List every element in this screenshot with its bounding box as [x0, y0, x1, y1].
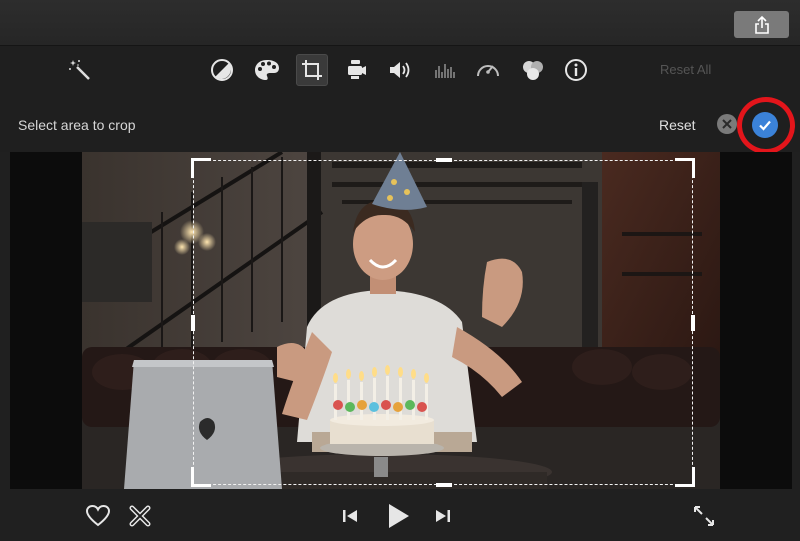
reject-button[interactable]: [126, 503, 154, 529]
info-icon: [565, 59, 587, 81]
reject-x-icon: [129, 505, 151, 527]
color-balance-icon: [211, 59, 233, 81]
crop-handle-bottom-right[interactable]: [675, 467, 695, 487]
equalizer-button[interactable]: [428, 54, 460, 86]
skip-back-button[interactable]: [338, 505, 362, 527]
skip-forward-button[interactable]: [431, 505, 455, 527]
crop-instruction-label: Select area to crop: [18, 117, 136, 133]
adjustment-toolbar: Reset All: [0, 46, 800, 94]
crop-handle-top[interactable]: [436, 158, 452, 162]
crop-tool-button[interactable]: [296, 54, 328, 86]
crop-selection-rect[interactable]: [191, 158, 695, 487]
checkmark-icon: [759, 120, 771, 131]
fullscreen-button[interactable]: [690, 503, 718, 529]
crop-handle-bottom-left[interactable]: [191, 467, 211, 487]
video-camera-icon: [348, 60, 366, 79]
volume-button[interactable]: [384, 54, 416, 86]
crop-handle-top-left[interactable]: [191, 158, 211, 178]
skip-forward-icon: [436, 510, 450, 522]
crop-icon: [302, 60, 322, 80]
play-button[interactable]: [383, 501, 413, 531]
close-circle-icon: [717, 114, 737, 134]
video-viewer: [10, 152, 792, 489]
clip-info-button[interactable]: [560, 54, 592, 86]
crop-handle-bottom[interactable]: [436, 483, 452, 487]
color-balance-button[interactable]: [206, 54, 238, 86]
crop-handle-right[interactable]: [691, 315, 695, 331]
crop-handle-left[interactable]: [191, 315, 195, 331]
favorite-button[interactable]: [84, 503, 112, 529]
equalizer-icon: [435, 64, 455, 78]
share-button[interactable]: [734, 11, 789, 38]
video-overlay-button[interactable]: [517, 54, 549, 86]
overlay-circles-icon: [523, 61, 543, 80]
video-frame: [82, 152, 720, 489]
speedometer-icon: [477, 65, 499, 77]
apply-crop-button[interactable]: [752, 112, 778, 138]
top-bar: [0, 0, 800, 46]
speaker-icon: [390, 62, 410, 78]
heart-icon: [85, 504, 111, 527]
crop-options-bar: Select area to crop Reset: [0, 94, 800, 154]
reset-all-button[interactable]: Reset All: [660, 62, 711, 77]
color-correction-button[interactable]: [251, 54, 283, 86]
palette-icon: [255, 60, 279, 80]
play-icon: [389, 504, 409, 528]
crop-reset-button[interactable]: Reset: [659, 117, 696, 133]
magic-wand-icon: [69, 60, 90, 80]
crop-handle-top-right[interactable]: [675, 158, 695, 178]
share-icon: [754, 15, 769, 34]
stabilization-button[interactable]: [341, 54, 373, 86]
playback-controls: [0, 489, 800, 541]
speed-button[interactable]: [472, 54, 504, 86]
expand-arrows-icon: [694, 506, 714, 526]
skip-back-icon: [343, 510, 357, 522]
magic-wand-button[interactable]: [64, 54, 96, 86]
cancel-crop-button[interactable]: [716, 113, 738, 135]
